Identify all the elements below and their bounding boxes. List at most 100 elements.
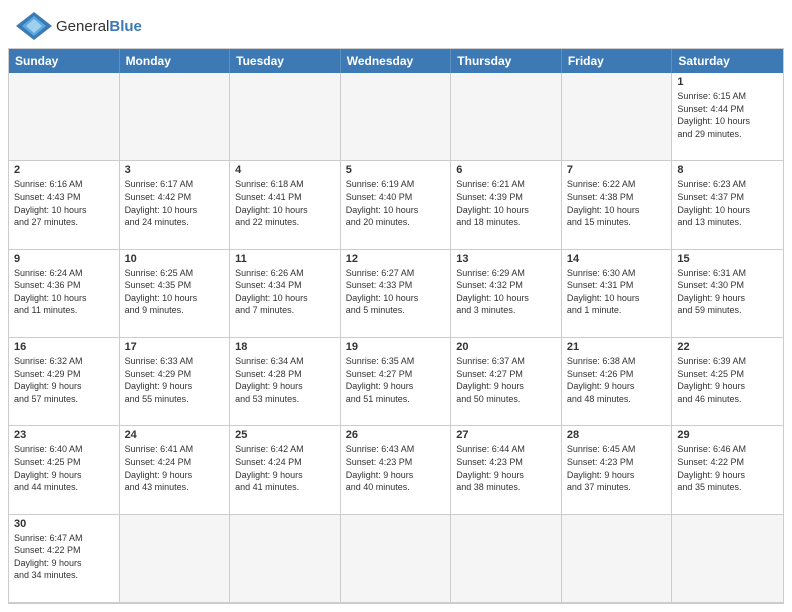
logo: GeneralBlue (16, 12, 142, 40)
day-number: 30 (14, 518, 114, 530)
day-info: Sunrise: 6:41 AM Sunset: 4:24 PM Dayligh… (125, 443, 225, 493)
day-cell-5: 5 Sunrise: 6:19 AM Sunset: 4:40 PM Daylig… (341, 161, 452, 249)
day-info: Sunrise: 6:27 AM Sunset: 4:33 PM Dayligh… (346, 267, 446, 317)
day-cell-25: 25Sunrise: 6:42 AM Sunset: 4:24 PM Dayli… (230, 426, 341, 514)
day-number: 21 (567, 341, 667, 353)
day-number: 19 (346, 341, 446, 353)
day-cell-30: 30 Sunrise: 6:47 AM Sunset: 4:22 PM Dayli… (9, 515, 120, 603)
day-info: Sunrise: 6:17 AM Sunset: 4:42 PM Dayligh… (125, 178, 225, 228)
empty-cell (451, 515, 562, 603)
day-info: Sunrise: 6:33 AM Sunset: 4:29 PM Dayligh… (125, 355, 225, 405)
empty-cell (562, 73, 673, 161)
day-info: Sunrise: 6:22 AM Sunset: 4:38 PM Dayligh… (567, 178, 667, 228)
day-number: 27 (456, 429, 556, 441)
day-cell-1: 1Sunrise: 6:15 AM Sunset: 4:44 PM Daylig… (672, 73, 783, 161)
day-cell-18: 18 Sunrise: 6:34 AM Sunset: 4:28 PM Dayli… (230, 338, 341, 426)
empty-cell (120, 515, 231, 603)
day-cell-14: 14Sunrise: 6:30 AM Sunset: 4:31 PM Dayli… (562, 250, 673, 338)
day-number: 17 (125, 341, 225, 353)
day-number: 23 (14, 429, 114, 441)
day-info: Sunrise: 6:19 AM Sunset: 4:40 PM Dayligh… (346, 178, 446, 228)
weekday-header-friday: Friday (562, 49, 673, 73)
day-info: Sunrise: 6:40 AM Sunset: 4:25 PM Dayligh… (14, 443, 114, 493)
day-info: Sunrise: 6:39 AM Sunset: 4:25 PM Dayligh… (677, 355, 778, 405)
day-number: 13 (456, 253, 556, 265)
day-cell-23: 23 Sunrise: 6:40 AM Sunset: 4:25 PM Dayli… (9, 426, 120, 514)
day-number: 7 (567, 164, 667, 176)
empty-cell (672, 515, 783, 603)
day-cell-10: 10 Sunrise: 6:25 AM Sunset: 4:35 PM Dayli… (120, 250, 231, 338)
day-info: Sunrise: 6:44 AM Sunset: 4:23 PM Dayligh… (456, 443, 556, 493)
day-number: 25 (235, 429, 335, 441)
empty-cell (341, 515, 452, 603)
day-info: Sunrise: 6:47 AM Sunset: 4:22 PM Dayligh… (14, 532, 114, 582)
day-cell-9: 9Sunrise: 6:24 AM Sunset: 4:36 PM Daylig… (9, 250, 120, 338)
day-cell-16: 16Sunrise: 6:32 AM Sunset: 4:29 PM Dayli… (9, 338, 120, 426)
day-cell-8: 8 Sunrise: 6:23 AM Sunset: 4:37 PM Daylig… (672, 161, 783, 249)
day-number: 14 (567, 253, 667, 265)
day-info: Sunrise: 6:34 AM Sunset: 4:28 PM Dayligh… (235, 355, 335, 405)
empty-cell (451, 73, 562, 161)
empty-cell (120, 73, 231, 161)
day-info: Sunrise: 6:25 AM Sunset: 4:35 PM Dayligh… (125, 267, 225, 317)
day-number: 28 (567, 429, 667, 441)
logo-text: GeneralBlue (56, 18, 142, 35)
day-cell-17: 17 Sunrise: 6:33 AM Sunset: 4:29 PM Dayli… (120, 338, 231, 426)
day-info: Sunrise: 6:18 AM Sunset: 4:41 PM Dayligh… (235, 178, 335, 228)
weekday-header-wednesday: Wednesday (341, 49, 452, 73)
day-cell-15: 15 Sunrise: 6:31 AM Sunset: 4:30 PM Dayli… (672, 250, 783, 338)
day-number: 2 (14, 164, 114, 176)
day-info: Sunrise: 6:26 AM Sunset: 4:34 PM Dayligh… (235, 267, 335, 317)
day-info: Sunrise: 6:43 AM Sunset: 4:23 PM Dayligh… (346, 443, 446, 493)
day-number: 5 (346, 164, 446, 176)
day-number: 15 (677, 253, 778, 265)
header: GeneralBlue (0, 0, 792, 48)
day-number: 9 (14, 253, 114, 265)
day-number: 10 (125, 253, 225, 265)
day-number: 24 (125, 429, 225, 441)
day-cell-27: 27 Sunrise: 6:44 AM Sunset: 4:23 PM Dayli… (451, 426, 562, 514)
day-number: 11 (235, 253, 335, 265)
weekday-header-tuesday: Tuesday (230, 49, 341, 73)
day-info: Sunrise: 6:15 AM Sunset: 4:44 PM Dayligh… (677, 90, 778, 140)
day-info: Sunrise: 6:45 AM Sunset: 4:23 PM Dayligh… (567, 443, 667, 493)
day-info: Sunrise: 6:23 AM Sunset: 4:37 PM Dayligh… (677, 178, 778, 228)
day-info: Sunrise: 6:16 AM Sunset: 4:43 PM Dayligh… (14, 178, 114, 228)
day-info: Sunrise: 6:21 AM Sunset: 4:39 PM Dayligh… (456, 178, 556, 228)
day-number: 3 (125, 164, 225, 176)
day-cell-19: 19 Sunrise: 6:35 AM Sunset: 4:27 PM Dayli… (341, 338, 452, 426)
weekday-header-thursday: Thursday (451, 49, 562, 73)
calendar: SundayMondayTuesdayWednesdayThursdayFrid… (8, 48, 784, 604)
day-cell-3: 3 Sunrise: 6:17 AM Sunset: 4:42 PM Daylig… (120, 161, 231, 249)
logo-icon (16, 12, 52, 40)
empty-cell (341, 73, 452, 161)
empty-cell (9, 73, 120, 161)
day-cell-24: 24 Sunrise: 6:41 AM Sunset: 4:24 PM Dayli… (120, 426, 231, 514)
day-info: Sunrise: 6:31 AM Sunset: 4:30 PM Dayligh… (677, 267, 778, 317)
empty-cell (230, 515, 341, 603)
day-cell-26: 26Sunrise: 6:43 AM Sunset: 4:23 PM Dayli… (341, 426, 452, 514)
day-cell-13: 13 Sunrise: 6:29 AM Sunset: 4:32 PM Dayli… (451, 250, 562, 338)
day-cell-11: 11 Sunrise: 6:26 AM Sunset: 4:34 PM Dayli… (230, 250, 341, 338)
weekday-header-monday: Monday (120, 49, 231, 73)
day-number: 6 (456, 164, 556, 176)
day-number: 8 (677, 164, 778, 176)
day-number: 4 (235, 164, 335, 176)
day-info: Sunrise: 6:38 AM Sunset: 4:26 PM Dayligh… (567, 355, 667, 405)
day-cell-7: 7 Sunrise: 6:22 AM Sunset: 4:38 PM Daylig… (562, 161, 673, 249)
day-cell-21: 21 Sunrise: 6:38 AM Sunset: 4:26 PM Dayli… (562, 338, 673, 426)
empty-cell (562, 515, 673, 603)
day-cell-29: 29Sunrise: 6:46 AM Sunset: 4:22 PM Dayli… (672, 426, 783, 514)
day-info: Sunrise: 6:35 AM Sunset: 4:27 PM Dayligh… (346, 355, 446, 405)
day-number: 16 (14, 341, 114, 353)
day-info: Sunrise: 6:37 AM Sunset: 4:27 PM Dayligh… (456, 355, 556, 405)
day-number: 22 (677, 341, 778, 353)
weekday-header-saturday: Saturday (672, 49, 783, 73)
day-cell-2: 2 Sunrise: 6:16 AM Sunset: 4:43 PM Daylig… (9, 161, 120, 249)
weekday-header-sunday: Sunday (9, 49, 120, 73)
day-info: Sunrise: 6:29 AM Sunset: 4:32 PM Dayligh… (456, 267, 556, 317)
day-number: 20 (456, 341, 556, 353)
day-number: 18 (235, 341, 335, 353)
day-number: 29 (677, 429, 778, 441)
day-cell-6: 6 Sunrise: 6:21 AM Sunset: 4:39 PM Daylig… (451, 161, 562, 249)
